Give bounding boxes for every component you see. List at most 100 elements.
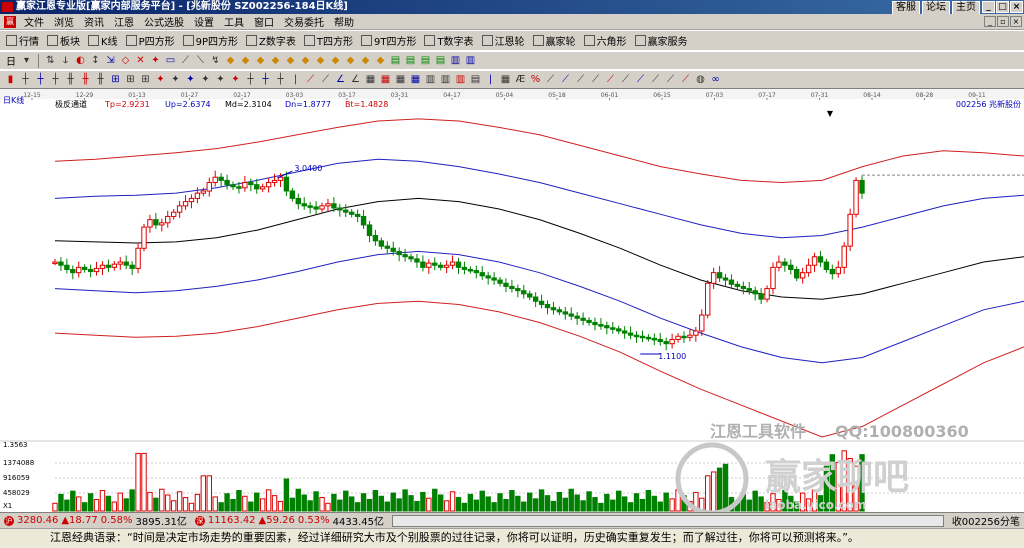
toolbar-button-gann-wheel[interactable]: 江恩轮 [480,33,527,48]
sz-index-group[interactable]: 深 11163.42 ▲59.26 0.53% 4433.45亿 [191,513,388,528]
dropdown-icon[interactable]: ▾ [20,54,33,67]
maximize-icon[interactable]: □ [996,1,1009,13]
draw-tool-icon[interactable]: ▤ [389,54,402,67]
draw-tool-icon[interactable]: ▥ [464,54,477,67]
gann-tool-icon[interactable]: ▥ [439,73,452,86]
gann-tool-icon[interactable]: Ӕ [514,73,527,86]
kline-chart[interactable]: 12-15 12-29 01-13 01-27 02-17 03-03 03-17 03-31… [0,89,1024,516]
draw-tool-icon[interactable]: ◆ [254,54,267,67]
status-scrollbar[interactable] [392,514,944,527]
mdi-restore-icon[interactable]: ▫ [997,16,1009,27]
draw-tool-icon[interactable]: ⟍ [194,54,207,67]
gann-tool-icon[interactable]: ✦ [154,73,167,86]
draw-tool-icon[interactable]: ⟋ [179,54,192,67]
gann-tool-icon[interactable]: ⊞ [124,73,137,86]
link-service[interactable]: 客服 [892,1,920,14]
draw-tool-icon[interactable]: ◐ [74,54,87,67]
gann-tool-icon[interactable]: ✦ [184,73,197,86]
menu-settings[interactable]: 设置 [192,14,216,29]
draw-tool-icon[interactable]: ◆ [284,54,297,67]
gann-tool-icon[interactable]: ┼ [259,73,272,86]
menu-tools[interactable]: 工具 [222,14,246,29]
menu-info[interactable]: 资讯 [82,14,106,29]
menu-gann[interactable]: 江恩 [112,14,136,29]
toolbar-button-t-square[interactable]: T四方形 [302,33,355,48]
status-right[interactable]: 收002256分笔 [948,513,1024,528]
gann-tool-icon[interactable]: ⟋ [544,73,557,86]
gann-tool-icon[interactable]: ▥ [454,73,467,86]
menu-trade[interactable]: 交易委托 [282,14,326,29]
toolbar-button-blocks[interactable]: 板块 [45,33,82,48]
draw-tool-icon[interactable]: ◆ [239,54,252,67]
draw-tool-icon[interactable]: ◆ [299,54,312,67]
gann-tool-icon[interactable]: ▦ [364,73,377,86]
gann-tool-icon[interactable]: ⟋ [559,73,572,86]
menu-window[interactable]: 窗口 [252,14,276,29]
chart-area[interactable]: 12-15 12-29 01-13 01-27 02-17 03-03 03-17 03-31… [0,89,1024,516]
draw-tool-icon[interactable]: ◇ [119,54,132,67]
link-home[interactable]: 主页 [952,1,980,14]
toolbar-button-service[interactable]: 赢家服务 [633,33,690,48]
draw-tool-icon[interactable]: ✕ [134,54,147,67]
menu-formula[interactable]: 公式选股 [142,14,186,29]
link-forum[interactable]: 论坛 [922,1,950,14]
gann-tool-icon[interactable]: ┼ [19,73,32,86]
mdi-minimize-icon[interactable]: _ [984,16,996,27]
gann-tool-icon[interactable]: ┼ [274,73,287,86]
gann-tool-icon[interactable]: ⟋ [304,73,317,86]
gann-tool-icon[interactable]: ┼ [244,73,257,86]
gann-tool-icon[interactable]: ◍ [694,73,707,86]
menu-browse[interactable]: 浏览 [52,14,76,29]
toolbar-button-9p-square[interactable]: 9P四方形 [181,33,240,48]
gann-tool-icon[interactable]: ▥ [424,73,437,86]
close-icon[interactable]: × [1010,1,1023,13]
gann-tool-icon[interactable]: ▦ [499,73,512,86]
mdi-close-icon[interactable]: × [1010,16,1022,27]
gann-tool-icon[interactable]: ▦ [409,73,422,86]
gann-tool-icon[interactable]: ∠ [334,73,347,86]
toolbar-button-hexagon[interactable]: 六角形 [582,33,629,48]
gann-tool-icon[interactable]: ╫ [94,73,107,86]
toolbar-button-grid[interactable]: 行情 [4,33,41,48]
draw-tool-icon[interactable]: ⇅ [44,54,57,67]
draw-tool-icon[interactable]: ◆ [314,54,327,67]
draw-tool-icon[interactable]: ✦ [149,54,162,67]
period-selector[interactable]: 日 [4,53,18,68]
gann-tool-icon[interactable]: ⟋ [649,73,662,86]
minimize-icon[interactable]: _ [982,1,995,13]
draw-tool-icon[interactable]: ◆ [269,54,282,67]
gann-tool-icon[interactable]: % [529,73,542,86]
gann-tool-icon[interactable]: ⟋ [664,73,677,86]
gann-tool-icon[interactable]: ∠ [349,73,362,86]
gann-tool-icon[interactable]: | [484,73,497,86]
toolbar-button-z-table[interactable]: Z数字表 [244,33,298,48]
gann-tool-icon[interactable]: ⟋ [679,73,692,86]
draw-tool-icon[interactable]: ▤ [434,54,447,67]
gann-tool-icon[interactable]: ┼ [34,73,47,86]
gann-tool-icon[interactable]: ⊞ [109,73,122,86]
draw-tool-icon[interactable]: ↆ [59,54,72,67]
draw-tool-icon[interactable]: ▤ [419,54,432,67]
draw-tool-icon[interactable]: ↯ [209,54,222,67]
toolbar-button-candles[interactable]: K线 [86,33,120,48]
gann-tool-icon[interactable]: ⟋ [319,73,332,86]
gann-tool-icon[interactable]: ▦ [379,73,392,86]
draw-tool-icon[interactable]: ▥ [449,54,462,67]
gann-tool-icon[interactable]: ✦ [229,73,242,86]
toolbar-button-9t-square[interactable]: 9T四方形 [359,33,418,48]
draw-tool-icon[interactable]: ↕ [89,54,102,67]
gann-tool-icon[interactable]: ╫ [79,73,92,86]
gann-tool-icon[interactable]: ▮ [4,73,17,86]
menu-help[interactable]: 帮助 [332,14,356,29]
gann-tool-icon[interactable]: ⊞ [139,73,152,86]
gann-tool-icon[interactable]: ⟋ [634,73,647,86]
draw-tool-icon[interactable]: ▭ [164,54,177,67]
draw-tool-icon[interactable]: ◆ [224,54,237,67]
gann-tool-icon[interactable]: ▦ [394,73,407,86]
gann-tool-icon[interactable]: ⟋ [574,73,587,86]
toolbar-button-p-square[interactable]: P四方形 [124,33,177,48]
gann-tool-icon[interactable]: ┼ [49,73,62,86]
gann-tool-icon[interactable]: | [289,73,302,86]
gann-tool-icon[interactable]: ✦ [214,73,227,86]
gann-tool-icon[interactable]: ⟋ [619,73,632,86]
